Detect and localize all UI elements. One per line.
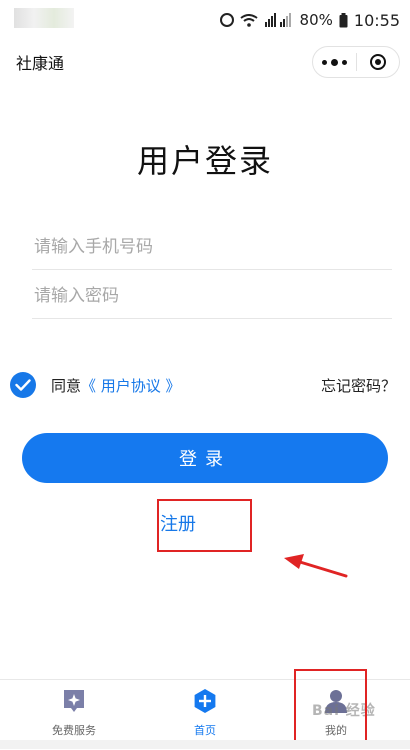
signal-icon (264, 13, 294, 27)
more-dots-icon (321, 59, 327, 65)
blurred-notification-icons (14, 8, 74, 28)
page-title: 用户登录 (136, 142, 273, 180)
more-dots-icon-right (341, 59, 347, 65)
menu-capsule (312, 46, 400, 78)
clock-time: 10:55 (353, 10, 400, 30)
check-icon (15, 379, 31, 391)
password-input[interactable] (32, 273, 392, 319)
nav-bar: 社康通 (0, 40, 410, 84)
highlight-box-mine-tab (294, 669, 367, 743)
battery-percent: 80% (299, 11, 333, 29)
red-arrow-annotation (284, 554, 348, 578)
tab-label-free-service: 免费服务 (52, 724, 96, 737)
agreement-checkbox[interactable] (10, 372, 36, 398)
bottom-strip (0, 740, 410, 749)
agreement-prefix: 同意 (51, 377, 82, 395)
agreement-text: 同意《 用户协议 》 (51, 375, 181, 396)
app-title: 社康通 (16, 54, 65, 73)
home-plus-icon (194, 689, 216, 713)
status-indicators: 80% 10:55 (219, 9, 400, 31)
battery-icon (339, 12, 348, 28)
more-menu-button[interactable] (313, 47, 356, 77)
close-miniprogram-button[interactable] (356, 47, 399, 77)
target-close-icon (369, 54, 386, 70)
phone-input[interactable] (32, 224, 392, 270)
user-agreement-link[interactable]: 《 用户协议 》 (81, 377, 181, 395)
more-dots-icon-center (330, 58, 338, 66)
highlight-box-register (157, 499, 252, 552)
star-tag-icon (64, 690, 84, 712)
alarm-icon (219, 13, 234, 27)
forgot-password-link[interactable]: 忘记密码？ (321, 375, 396, 396)
status-bar: 80% 10:55 (0, 0, 410, 40)
login-button[interactable]: 登录 (22, 433, 388, 483)
target-close-icon-core (374, 59, 381, 65)
tab-label-home: 首页 (194, 724, 216, 737)
wifi-icon (239, 13, 258, 27)
